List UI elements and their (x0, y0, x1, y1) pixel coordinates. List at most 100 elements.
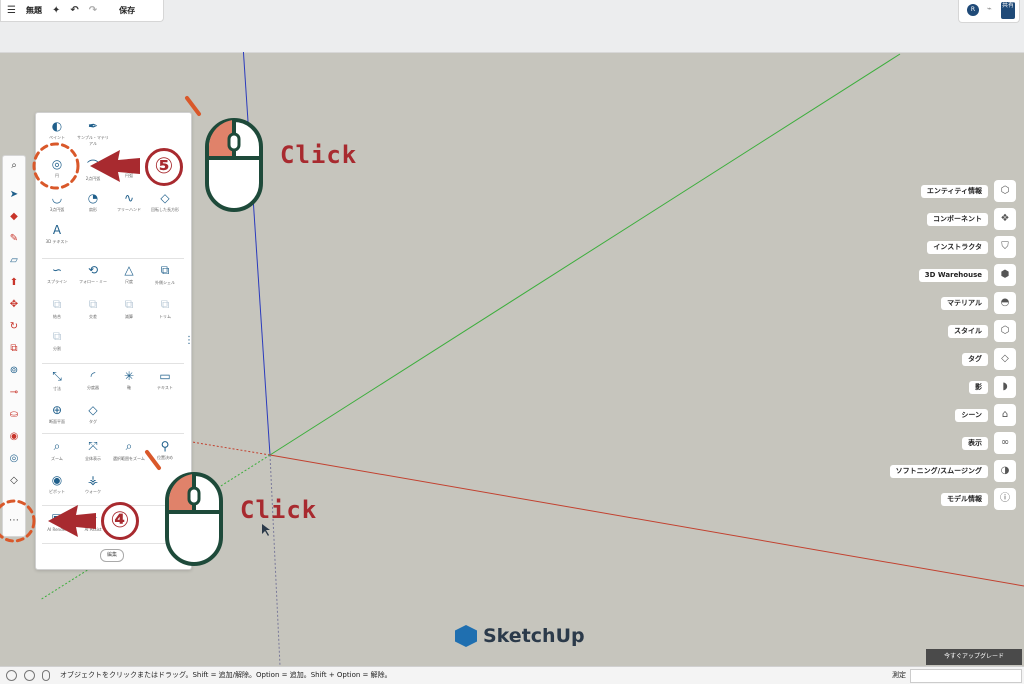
pivot-eye-icon: ◉ (51, 473, 63, 487)
tool-sample-material[interactable]: ✒ サンプル・マテリアル (76, 119, 110, 147)
paint-bucket-icon[interactable]: ⛀ (7, 408, 21, 422)
measurements-input[interactable] (910, 669, 1022, 683)
title-toolbar: ☰ 無題 ✦ ↶ ↷ 保存 (0, 0, 164, 22)
tag-tool-icon[interactable]: ◇ (7, 474, 21, 488)
tool-dimension[interactable]: ⤡ 寸法 (40, 369, 74, 392)
tool-circle[interactable]: ◎ 円 (40, 157, 74, 179)
tool-outer-shell[interactable]: ⧉ 外側シェル (148, 263, 182, 286)
notification-icon[interactable]: ⌁ (987, 4, 992, 13)
tool-2pt-arc[interactable]: ⌒ 2点円弧 (76, 157, 110, 182)
rotate-icon[interactable]: ↻ (7, 320, 21, 334)
tag-icon: ◇ (994, 348, 1016, 370)
arc-3pt-icon: ◡ (51, 191, 63, 205)
panel-divider (42, 363, 184, 364)
tool-scale[interactable]: △ 尺度 (112, 263, 146, 285)
tool-3d-text[interactable]: A 3D テキスト (40, 223, 74, 245)
panel-divider (42, 543, 184, 544)
tool-zoom[interactable]: ⌕ ズーム (40, 439, 74, 462)
orbit-icon[interactable]: ◉ (7, 430, 21, 444)
subtract-icon: ⧉ (124, 297, 134, 311)
tool-rotated-rect[interactable]: ◇ 回転した長方形 (148, 191, 182, 213)
tray-tags[interactable]: タグ ◇ (890, 348, 1020, 370)
tray-entity-info[interactable]: エンティティ情報 ⬡ (890, 180, 1020, 202)
eraser-icon[interactable]: ◆ (7, 210, 21, 224)
tool-pivot[interactable]: ◉ ピボット (40, 473, 74, 495)
graduation-cap-icon: ⛉ (994, 236, 1016, 258)
tool-zoom-selection[interactable]: ⌕ 選択範囲をズーム (112, 439, 146, 462)
document-title[interactable]: 無題 (26, 5, 42, 16)
tool-zoom-extents[interactable]: ⤧ 全体表示 (76, 439, 110, 462)
panel-resize-handle-icon[interactable]: ⋮ (184, 335, 194, 346)
tool-position-camera[interactable]: ⚲ 位置決め (148, 439, 182, 461)
tool-split[interactable]: ⧉ 分割 (40, 329, 74, 352)
ai-sparkle-icon[interactable]: ✦ (52, 5, 60, 16)
material-icon: ◓ (994, 292, 1016, 314)
tray-styles[interactable]: スタイル ⬡ (890, 320, 1020, 342)
tool-paint[interactable]: ◐ ペイント (40, 119, 74, 141)
tool-follow-me[interactable]: ⟲ フォロー・ミー (76, 263, 110, 285)
edit-button[interactable]: 編集 (100, 549, 124, 562)
tool-pie[interactable]: ◔ 扇形 (76, 191, 110, 213)
hamburger-menu-icon[interactable]: ☰ (7, 5, 16, 16)
tool-arc[interactable]: ◠ 円弧 (112, 157, 146, 179)
tool-trim[interactable]: ⧉ トリム (148, 297, 182, 320)
tool-protractor[interactable]: ◜ 分度器 (76, 369, 110, 391)
push-pull-icon[interactable]: ⬆ (7, 276, 21, 290)
tool-tag[interactable]: ◇ タグ (76, 403, 110, 425)
shadow-icon: ◗ (994, 376, 1016, 398)
tool-3pt-arc[interactable]: ◡ 3点円弧 (40, 191, 74, 213)
tool-section-plane[interactable]: ⊕ 断面平面 (40, 403, 74, 425)
tool-freehand[interactable]: ∿ フリーハンド (112, 191, 146, 213)
tape-measure-icon[interactable]: ⊸ (7, 386, 21, 400)
follow-me-icon: ⟲ (87, 263, 99, 277)
tool-axes[interactable]: ✳ 軸 (112, 369, 146, 391)
avatar[interactable]: R (967, 4, 979, 16)
components-icon: ❖ (994, 208, 1016, 230)
rectangle-icon[interactable]: ▱ (7, 254, 21, 268)
tool-spline[interactable]: ∽ スプライン (40, 263, 74, 285)
search-icon[interactable]: ⌕ (7, 159, 21, 173)
tray-shadows[interactable]: 影 ◗ (890, 376, 1020, 398)
tray-scenes[interactable]: シーン ⌂ (890, 404, 1020, 426)
move-icon[interactable]: ✥ (7, 298, 21, 312)
tray-3d-warehouse[interactable]: 3D Warehouse ⬢ (890, 264, 1020, 286)
tray-materials[interactable]: マテリアル ◓ (890, 292, 1020, 314)
arc-icon: ◠ (123, 157, 135, 171)
scene-icon: ⌂ (994, 404, 1016, 426)
globe-icon[interactable] (24, 670, 35, 681)
tray-model-info[interactable]: モデル情報 ⓘ (890, 488, 1020, 510)
help-icon[interactable] (6, 670, 17, 681)
spline-icon: ∽ (51, 263, 63, 277)
upgrade-button[interactable]: 今すぐアップグレード (926, 649, 1022, 665)
tray-display[interactable]: 表示 ∞ (890, 432, 1020, 454)
tray-instructor[interactable]: インストラクタ ⛉ (890, 236, 1020, 258)
tray-components[interactable]: コンポーネント ❖ (890, 208, 1020, 230)
tool-intersect[interactable]: ⧉ 交差 (76, 297, 110, 320)
offset-icon[interactable]: ⊚ (7, 364, 21, 378)
axes-icon: ✳ (123, 369, 135, 383)
eyedropper-icon: ✒ (87, 119, 99, 133)
tool-ai-render[interactable]: ▣ AI Render (40, 511, 74, 532)
select-icon[interactable]: ➤ (7, 188, 21, 202)
tool-text[interactable]: ▭ テキスト (148, 369, 182, 391)
save-button[interactable]: 保存 (119, 5, 135, 16)
split-icon: ⧉ (52, 329, 62, 343)
redo-icon[interactable]: ↷ (89, 5, 97, 16)
share-button[interactable]: 共有 (1001, 2, 1015, 19)
circle-tool-icon[interactable]: ◎ (7, 452, 21, 466)
sketchup-logo-icon (455, 625, 477, 647)
paint-icon: ◐ (51, 119, 63, 133)
tool-union[interactable]: ⧉ 結合 (40, 297, 74, 320)
undo-icon[interactable]: ↶ (70, 5, 78, 16)
freehand-icon: ∿ (123, 191, 135, 205)
zoom-extents-icon: ⤧ (88, 439, 98, 453)
account-toolbar: R ⌁ 共有 (958, 0, 1020, 23)
tool-subtract[interactable]: ⧉ 減算 (112, 297, 146, 320)
tool-walk[interactable]: ⚶ ウォーク (76, 473, 110, 495)
tray-soften-smooth[interactable]: ソフトニング/スムージング ◑ (889, 460, 1020, 482)
info-icon: ⓘ (994, 488, 1016, 510)
more-tools-icon[interactable]: ⋯ (7, 514, 21, 528)
pencil-icon[interactable]: ✎ (7, 232, 21, 246)
smoothing-icon: ◑ (994, 460, 1016, 482)
scale-icon[interactable]: ⧉ (7, 342, 21, 356)
